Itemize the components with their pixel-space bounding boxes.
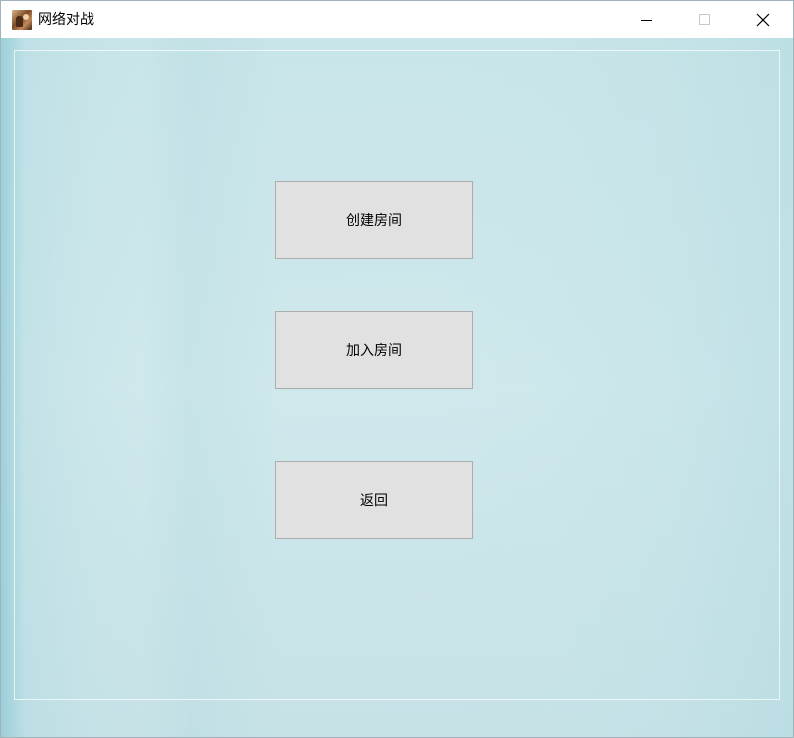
minimize-button[interactable]	[618, 1, 676, 38]
create-room-button[interactable]: 创建房间	[275, 181, 473, 259]
join-room-button[interactable]: 加入房间	[275, 311, 473, 389]
title-bar[interactable]: 网络对战	[1, 1, 793, 38]
main-panel: 创建房间 加入房间 返回	[1, 38, 793, 737]
back-button[interactable]: 返回	[275, 461, 473, 539]
maximize-button[interactable]	[676, 1, 734, 38]
minimize-icon	[641, 19, 652, 21]
close-button[interactable]	[734, 1, 792, 38]
app-window: 网络对战 创建房间 加入房间 返回	[0, 0, 794, 738]
maximize-icon	[699, 13, 710, 25]
app-avatar-icon[interactable]	[12, 10, 32, 30]
window-title: 网络对战	[38, 12, 94, 28]
close-icon	[756, 13, 770, 26]
